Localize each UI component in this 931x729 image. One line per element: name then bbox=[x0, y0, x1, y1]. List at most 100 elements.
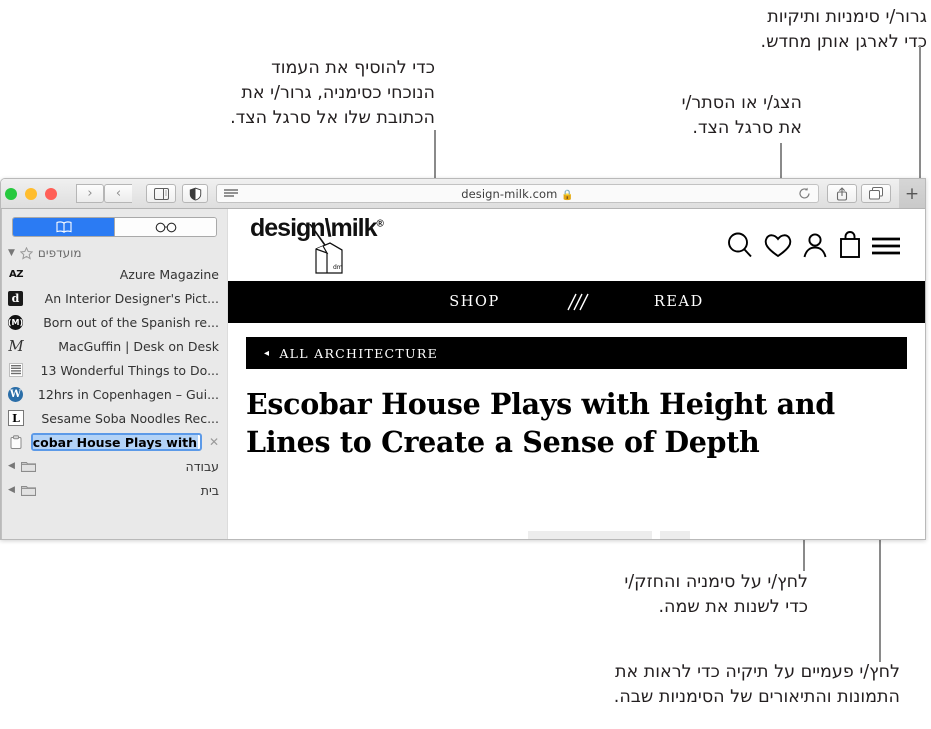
safari-window: ‹ › design-milk.com 🔒 + ▼ מועדפים AZ Azu… bbox=[0, 178, 926, 540]
bookmarks-list: AZ Azure Magazine d An Interior Designer… bbox=[2, 262, 227, 539]
annotation-rename: לחץ/י על סימניה והחזק/י כדי לשנות את שמה… bbox=[624, 572, 808, 617]
bookmark-rename-value: Escobar House Plays with bbox=[33, 435, 198, 449]
folder-row-work[interactable]: ◀ עבודה bbox=[2, 454, 227, 478]
close-button[interactable] bbox=[5, 187, 17, 200]
page-stub-left bbox=[528, 531, 652, 539]
folder-icon bbox=[21, 458, 37, 474]
favorites-section-header[interactable]: ▼ מועדפים bbox=[2, 244, 227, 262]
search-icon[interactable] bbox=[723, 229, 757, 261]
tab-bookmarks[interactable] bbox=[13, 218, 114, 236]
bookmark-label: MacGuffin | Desk on Desk bbox=[58, 338, 219, 354]
minimize-button[interactable] bbox=[25, 187, 37, 200]
new-tab-button[interactable]: + bbox=[899, 179, 925, 208]
slashes-icon bbox=[567, 293, 589, 311]
bookmark-label: 13 Wonderful Things to Do... bbox=[40, 362, 219, 378]
breadcrumb[interactable]: ◂ ALL ARCHITECTURE bbox=[246, 337, 907, 369]
sidebar-toggle-icon bbox=[153, 187, 169, 200]
favorites-title: מועדפים bbox=[37, 246, 82, 260]
favicon-az: AZ bbox=[9, 268, 24, 280]
leader-line-add-bookmark bbox=[434, 130, 436, 180]
disclosure-triangle-left-icon[interactable]: ◀ bbox=[8, 461, 15, 471]
favicon-dezeen: d bbox=[8, 290, 23, 306]
favicon-macguffin: M bbox=[8, 338, 24, 354]
folder-row-home[interactable]: ◀ בית bbox=[2, 478, 227, 502]
sidebar-tab-separator bbox=[114, 218, 115, 236]
bookmark-row-escobar-editing[interactable]: Escobar House Plays with ✕ bbox=[2, 430, 227, 454]
favicon-grid bbox=[8, 362, 24, 378]
annotation-toggle-sidebar: הצג/י או הסתר/י את סרגל הצד. bbox=[681, 93, 802, 138]
back-chevron-icon: ‹ bbox=[87, 186, 93, 201]
nav-item-read[interactable]: READ bbox=[654, 294, 704, 310]
nav-item-shop[interactable]: SHOP bbox=[449, 294, 500, 310]
reader-view-icon bbox=[224, 189, 238, 197]
account-icon[interactable] bbox=[799, 229, 831, 261]
leader-line-open-folder bbox=[879, 520, 881, 662]
bookmark-label: Sesame Soba Noodles Rec... bbox=[41, 410, 219, 426]
star-icon bbox=[19, 246, 33, 260]
milk-carton-icon: dm bbox=[309, 224, 343, 274]
address-bar[interactable]: design-milk.com 🔒 bbox=[216, 184, 819, 203]
sidebar-toggle-button[interactable] bbox=[146, 184, 176, 203]
folder-label: עבודה bbox=[185, 458, 219, 474]
reader-view-button[interactable] bbox=[224, 189, 238, 198]
site-logo[interactable]: design\milk® dm bbox=[248, 214, 408, 276]
url-text-wrapper: design-milk.com 🔒 bbox=[217, 187, 818, 201]
bookmark-row-azure-magazine[interactable]: AZ Azure Magazine bbox=[2, 262, 227, 286]
bookmarks-sidebar: ▼ מועדפים AZ Azure Magazine d An Interio… bbox=[1, 209, 227, 539]
site-navbar: SHOP READ bbox=[228, 281, 925, 323]
forward-button[interactable]: › bbox=[104, 184, 132, 203]
heart-icon[interactable] bbox=[761, 229, 795, 261]
glasses-icon bbox=[155, 222, 176, 232]
show-tabs-icon bbox=[869, 187, 883, 200]
show-tabs-button[interactable] bbox=[861, 184, 891, 203]
sidebar-tab-bar bbox=[12, 217, 217, 237]
zoom-button[interactable] bbox=[45, 187, 57, 200]
clipboard-icon bbox=[10, 435, 22, 449]
bookmark-rename-input[interactable]: Escobar House Plays with bbox=[31, 433, 202, 451]
grid-favicon-icon bbox=[9, 363, 23, 377]
window-content: ▼ מועדפים AZ Azure Magazine d An Interio… bbox=[1, 209, 925, 539]
tab-reading-list[interactable] bbox=[115, 218, 216, 236]
bookmark-row-interior-designer[interactable]: d An Interior Designer's Pict... bbox=[2, 286, 227, 310]
remove-bookmark-button[interactable]: ✕ bbox=[209, 435, 219, 449]
disclosure-triangle-left-icon[interactable]: ◀ bbox=[8, 485, 15, 495]
header-icon-group bbox=[723, 229, 903, 261]
url-text: design-milk.com bbox=[461, 186, 558, 201]
favicon-clipboard bbox=[8, 434, 24, 450]
annotation-add-bookmark: כדי להוסיף את העמוד הנוכחי כסימניה, גרור… bbox=[230, 58, 435, 128]
favicon-monocle: (M) bbox=[8, 314, 23, 330]
privacy-report-icon bbox=[189, 187, 201, 200]
folder-icon bbox=[21, 482, 37, 498]
carton-label: dm bbox=[333, 264, 343, 271]
annotation-open-folder: לחץ/י פעמיים על תיקיה כדי לראות את התמונ… bbox=[613, 662, 900, 707]
breadcrumb-label: ALL ARCHITECTURE bbox=[279, 345, 439, 361]
book-icon bbox=[55, 221, 72, 233]
annotation-reorder: גרור/י סימניות ותיקיות כדי לארגן אותן מח… bbox=[760, 7, 927, 52]
bookmark-label: Azure Magazine bbox=[119, 266, 219, 282]
breadcrumb-back-arrow-icon: ◂ bbox=[264, 347, 271, 359]
bookmark-row-sesame-soba[interactable]: L Sesame Soba Noodles Rec... bbox=[2, 406, 227, 430]
bookmark-row-spanish[interactable]: (M) Born out of the Spanish re... bbox=[2, 310, 227, 334]
folder-glyph-icon bbox=[21, 462, 37, 472]
forward-chevron-icon: › bbox=[115, 186, 122, 201]
disclosure-triangle-down-icon[interactable]: ▼ bbox=[8, 248, 15, 258]
bookmark-label: An Interior Designer's Pict... bbox=[44, 290, 219, 306]
menu-icon[interactable] bbox=[869, 229, 903, 261]
page-stub-right bbox=[660, 531, 690, 539]
webpage-content: design\milk® dm SHOP READ ◂ ALL ARCHITEC… bbox=[227, 209, 925, 539]
article-headline: Escobar House Plays with Height and Line… bbox=[246, 387, 835, 459]
logo-registered-mark: ® bbox=[376, 218, 384, 230]
folder-label: בית bbox=[200, 482, 219, 498]
folder-glyph-icon bbox=[21, 486, 37, 496]
bookmark-label: Born out of the Spanish re... bbox=[43, 314, 219, 330]
bag-icon[interactable] bbox=[835, 229, 865, 261]
privacy-report-button[interactable] bbox=[182, 184, 208, 203]
back-button[interactable]: ‹ bbox=[76, 184, 104, 203]
share-button[interactable] bbox=[827, 184, 857, 203]
bookmark-row-copenhagen[interactable]: W 12hrs in Copenhagen – Gui... bbox=[2, 382, 227, 406]
favicon-wordpress: W bbox=[8, 386, 23, 402]
bookmark-row-macguffin[interactable]: M MacGuffin | Desk on Desk bbox=[2, 334, 227, 358]
browser-toolbar: ‹ › design-milk.com 🔒 + bbox=[1, 179, 925, 209]
bookmark-row-13-wonderful[interactable]: 13 Wonderful Things to Do... bbox=[2, 358, 227, 382]
bookmark-label: 12hrs in Copenhagen – Gui... bbox=[37, 386, 219, 402]
